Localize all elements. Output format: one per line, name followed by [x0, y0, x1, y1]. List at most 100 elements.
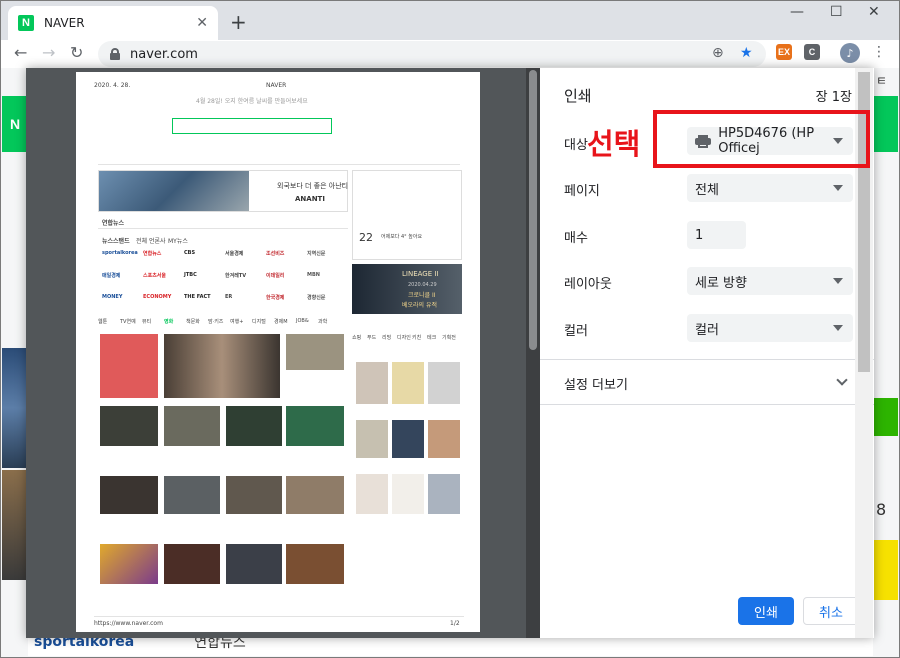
- under-page-peek-text: 8: [876, 500, 887, 519]
- tab-naver[interactable]: N NAVER ✕: [8, 6, 218, 40]
- menu-dots-icon[interactable]: ⋮: [872, 44, 886, 60]
- layout-select[interactable]: 세로 방향: [687, 267, 853, 295]
- browser-toolbar: ← → ↻ naver.com ⊕ ★ EX C ♪ ⋮: [0, 40, 900, 68]
- sheet-news-title: 연합뉴스: [102, 220, 125, 227]
- sheet-press-tab: MY뉴스: [168, 238, 188, 245]
- new-tab-icon[interactable]: +: [230, 10, 247, 34]
- sheet-category-tab: 여행+: [230, 319, 244, 325]
- annotation-text: 선택: [587, 127, 641, 161]
- layout-value: 세로 방향: [695, 275, 747, 291]
- sheet-press-logo: sportalkorea: [102, 250, 138, 256]
- close-tab-icon[interactable]: ✕: [196, 15, 208, 31]
- under-page-logo: N: [2, 96, 28, 152]
- sheet-press-logo: MBN: [307, 272, 320, 278]
- sheet-thumbnail-grid: [100, 334, 348, 624]
- tab-title: NAVER: [44, 16, 85, 30]
- chevron-down-icon: [833, 185, 843, 191]
- sheet-weather-temp: 22: [359, 231, 373, 244]
- print-button[interactable]: 인쇄: [738, 597, 794, 625]
- sheet-footer-page: 1/2: [450, 620, 460, 627]
- under-page-peek-text-top: ㅌ: [876, 74, 888, 88]
- sheet-press-tab: 전체 언론사: [136, 238, 166, 245]
- sheet-weather-box: 22 어제보다 4° 높아요: [352, 170, 462, 260]
- settings-divider: [540, 404, 874, 405]
- sheet-press-logo: 서울경제: [225, 251, 244, 257]
- sheet-ad-date: 2020.04.29: [408, 282, 437, 288]
- sheet-shop-tab: 쇼핑: [352, 335, 362, 341]
- sheet-press-logo: 매일경제: [102, 273, 121, 279]
- extension-c-icon[interactable]: C: [804, 44, 820, 60]
- sheet-date: 2020. 4. 28.: [94, 82, 131, 89]
- address-bar[interactable]: naver.com ⊕ ★: [98, 41, 766, 67]
- copies-value: 1: [695, 227, 704, 243]
- pages-select[interactable]: 전체: [687, 174, 853, 202]
- sheet-footer-url: https://www.naver.com: [94, 620, 163, 627]
- sheet-press-grid: sportalkorea 연합뉴스 CBS 서울경제 조선비즈 지역신문매일경제 스포츠서울…: [98, 246, 348, 310]
- minimize-icon[interactable]: —: [790, 4, 804, 20]
- annotation-highlight-box: [653, 110, 870, 168]
- cancel-button[interactable]: 취소: [803, 597, 859, 625]
- sheet-press-logo: THE FACT: [184, 294, 211, 300]
- sheet-press-logo: ER: [225, 294, 233, 300]
- sheet-press-logo: CBS: [184, 250, 196, 256]
- sheet-press-logo: 한국경제: [266, 295, 285, 301]
- sheet-shop-tab: 키친: [412, 335, 422, 341]
- pages-label: 페이지: [564, 184, 600, 199]
- print-title: 인쇄: [564, 87, 592, 105]
- sheet-shop-grid: [356, 362, 462, 522]
- sheet-ad-title: LINEAGE II: [402, 270, 439, 278]
- sheet-shop-tab: 기획전: [442, 335, 456, 341]
- sheet-banner-brand: ANANTI: [295, 195, 325, 203]
- print-preview: 2020. 4. 28. NAVER 4월 28일! 오지 한여름 날씨를 만들…: [26, 68, 540, 638]
- reload-icon[interactable]: ↻: [70, 43, 83, 62]
- chevron-down-icon[interactable]: [836, 374, 848, 386]
- sheet-banner: 외국보다 더 좋은 아난티 ANANTI: [98, 170, 348, 212]
- sheet-category-tab: 책문화: [186, 319, 200, 325]
- sheet-search-hint: 4월 28일! 오지 한여름 날씨를 만들어보세요: [196, 98, 308, 105]
- layout-label: 레이아웃: [564, 277, 612, 292]
- under-page-green-block: [873, 96, 898, 152]
- tab-strip: N NAVER ✕ + — ☐ ✕: [0, 0, 900, 40]
- sheet-shop-tab: 테크: [427, 335, 437, 341]
- sheet-category-tabs: 웹툰 TV연예 뷰티 영화 책문화 맘·키즈 여행+ 디지털 경제M JOB& 과학: [98, 318, 348, 328]
- sheet-category-tab: 뷰티: [142, 319, 152, 325]
- copies-input[interactable]: 1: [687, 221, 746, 249]
- sheet-press-logo: 조선비즈: [266, 251, 285, 257]
- sheet-press-logo: 지역신문: [307, 251, 326, 257]
- sheet-press-logo: 스포츠서울: [143, 273, 167, 279]
- sheet-press-logo: ECONOMY: [143, 294, 172, 300]
- preview-scrollbar-thumb[interactable]: [529, 70, 537, 350]
- sheet-category-tab: 과학: [318, 319, 328, 325]
- naver-favicon-icon: N: [18, 15, 34, 31]
- sheet-press-logo: 한겨레TV: [225, 273, 247, 279]
- pages-value: 전체: [695, 182, 719, 198]
- chevron-down-icon: [833, 278, 843, 284]
- sheet-banner-text: 외국보다 더 좋은 아난티: [277, 182, 349, 190]
- sheet-category-tab: 영화: [164, 319, 174, 325]
- more-settings-toggle[interactable]: 설정 더보기: [564, 374, 628, 393]
- sheet-press-logo: MONEY: [102, 294, 123, 300]
- color-select[interactable]: 컬러: [687, 314, 853, 342]
- sheet-shop-tab: 디자인: [397, 335, 411, 341]
- page-count: 장 1장: [815, 90, 852, 105]
- zoom-icon[interactable]: ⊕: [712, 45, 724, 61]
- sheet-press-logo: 연합뉴스: [143, 251, 162, 257]
- sheet-category-tab: 웹툰: [98, 319, 108, 325]
- preview-page: 2020. 4. 28. NAVER 4월 28일! 오지 한여름 날씨를 만들…: [76, 72, 480, 632]
- close-window-icon[interactable]: ✕: [868, 4, 880, 20]
- color-value: 컬러: [695, 322, 719, 338]
- under-page-green-block-2: [873, 398, 898, 436]
- sheet-press-logo: 이데일리: [266, 273, 285, 279]
- maximize-icon[interactable]: ☐: [830, 4, 843, 20]
- extension-ex-icon[interactable]: EX: [776, 44, 792, 60]
- forward-icon[interactable]: →: [42, 43, 55, 62]
- url-text: naver.com: [130, 46, 198, 62]
- sheet-weather-desc: 어제보다 4° 높아요: [381, 234, 423, 240]
- profile-avatar[interactable]: ♪: [840, 43, 860, 63]
- back-icon[interactable]: ←: [14, 43, 27, 62]
- bookmark-star-icon[interactable]: ★: [740, 45, 753, 61]
- sheet-game-ad: LINEAGE II 2020.04.29 크로니클 II 베오라의 유적: [352, 264, 462, 314]
- sheet-category-tab: TV연예: [120, 319, 136, 325]
- sheet-press-logo: 경향신문: [307, 295, 326, 301]
- under-page-image: [2, 348, 26, 468]
